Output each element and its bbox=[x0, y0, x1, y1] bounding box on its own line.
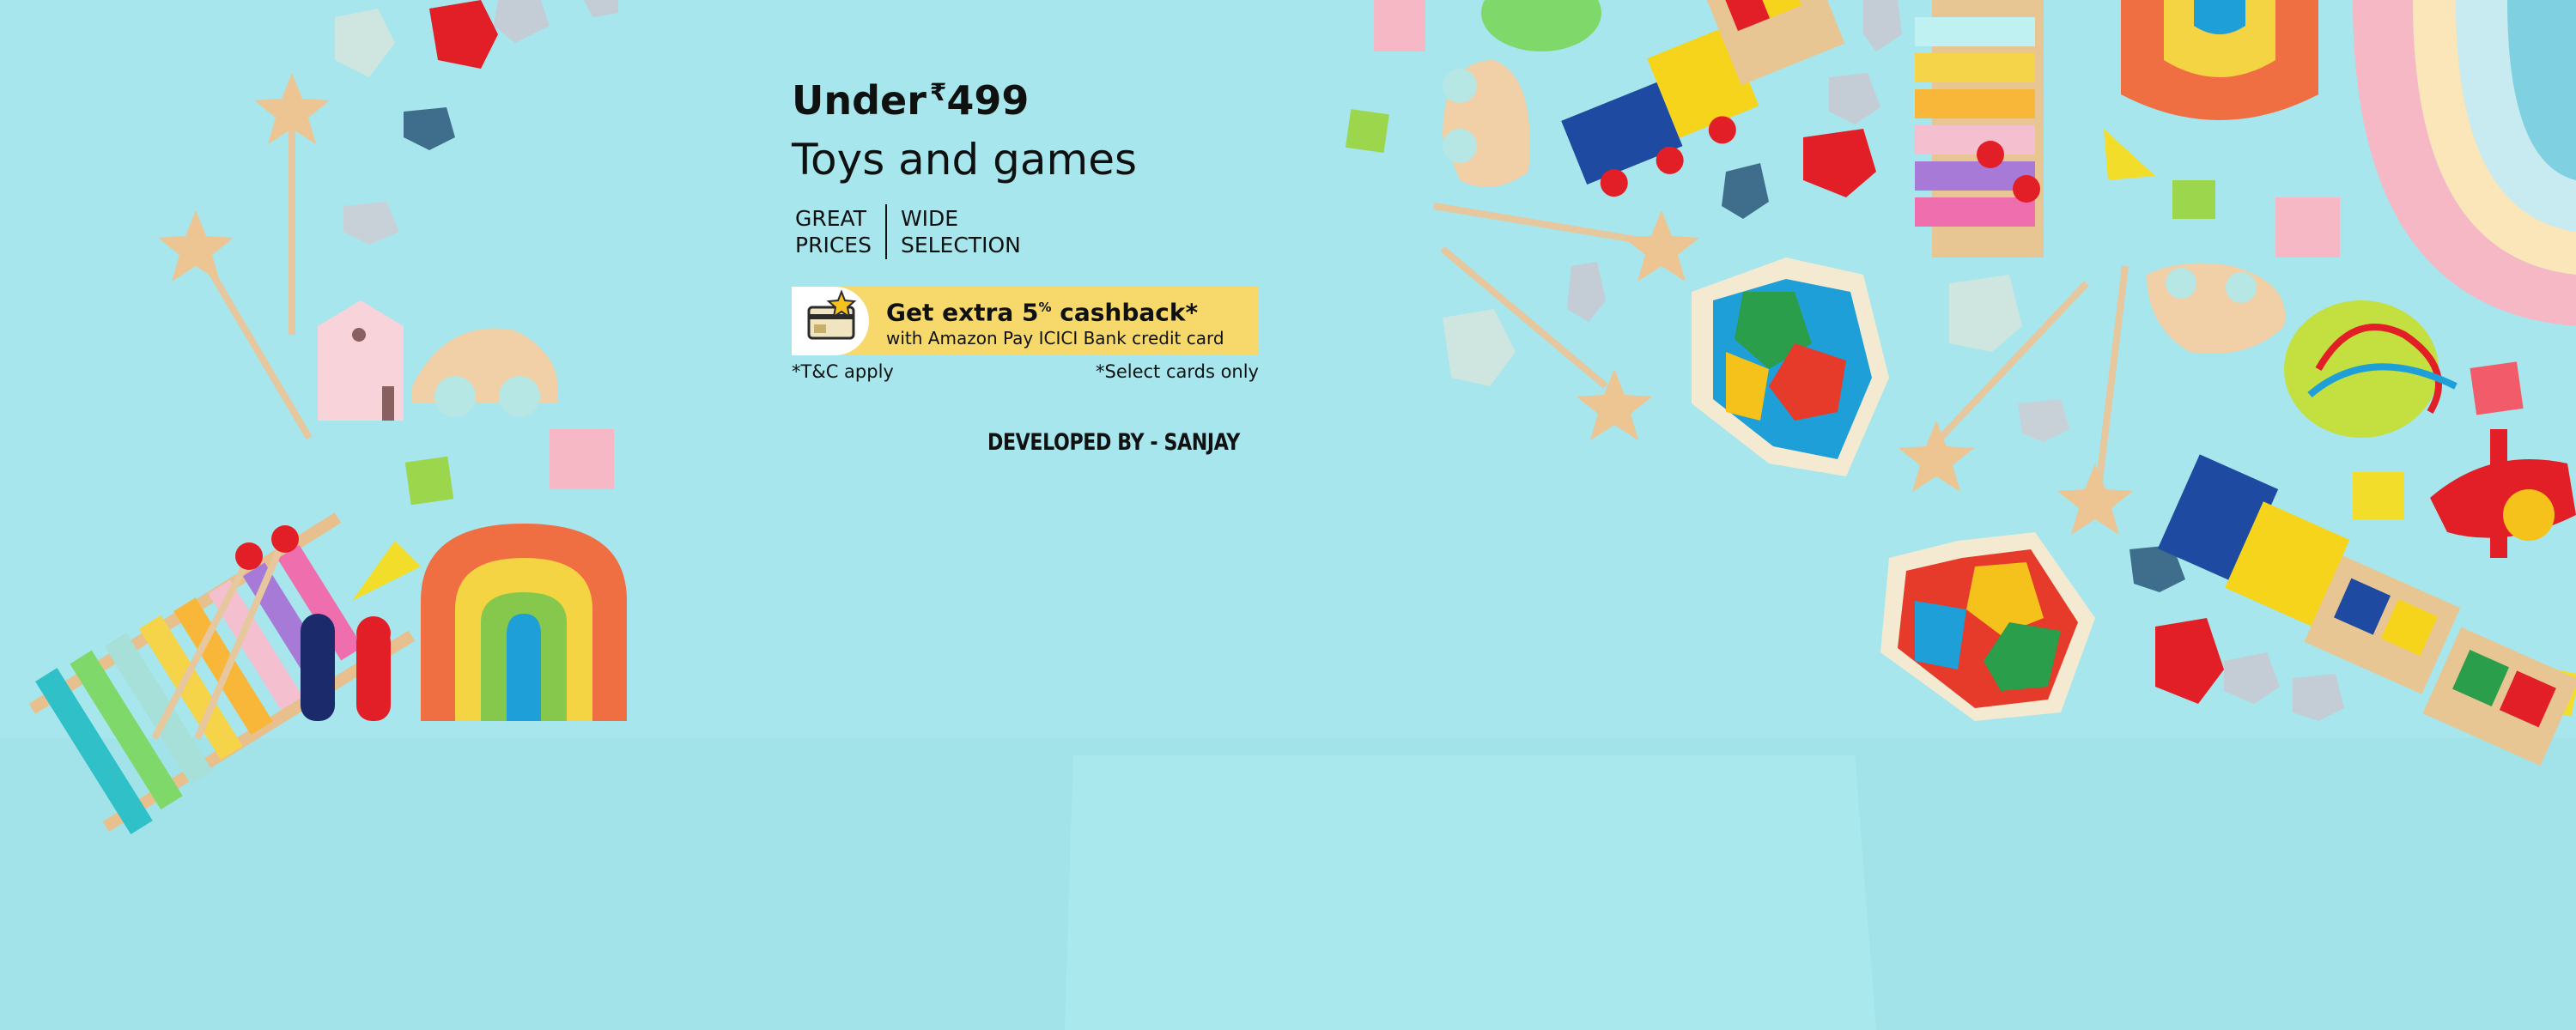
category-title: Toys and games bbox=[792, 135, 1138, 185]
terms-notes: *T&C apply *Select cards only bbox=[792, 360, 1259, 383]
terms-note: *T&C apply bbox=[792, 361, 894, 382]
headline-prefix: Under bbox=[792, 77, 927, 124]
cashback-subtitle: with Amazon Pay ICICI Bank credit card bbox=[886, 328, 1224, 349]
cashback-title: Get extra 5% cashback* bbox=[886, 293, 1224, 327]
select-cards-note: *Select cards only bbox=[1095, 361, 1259, 382]
developer-credit: DEVELOPED BY - SANJAY bbox=[987, 429, 1240, 456]
cashback-offer[interactable]: Get extra 5% cashback* with Amazon Pay I… bbox=[792, 287, 1259, 355]
cashback-title-suffix: cashback* bbox=[1051, 298, 1199, 327]
promo-panel: Under ₹499 Toys and games GREAT PRICES WI… bbox=[792, 67, 1273, 383]
toys-background-image bbox=[0, 0, 2576, 1030]
feature-highlights: GREAT PRICES WIDE SELECTION bbox=[792, 204, 1273, 259]
cashback-percent-sign: % bbox=[1038, 299, 1052, 315]
credit-card-star-icon bbox=[792, 287, 869, 355]
feature-wide-selection: WIDE SELECTION bbox=[900, 206, 1021, 258]
promo-banner[interactable]: Under ₹499 Toys and games GREAT PRICES WI… bbox=[0, 0, 2576, 1030]
price-value: 499 bbox=[946, 77, 1030, 124]
price-headline: Under ₹499 bbox=[792, 67, 1273, 124]
rupee-symbol: ₹ bbox=[929, 78, 947, 106]
feature-great-prices: GREAT PRICES bbox=[795, 206, 872, 258]
cashback-title-prefix: Get extra 5 bbox=[886, 298, 1039, 327]
